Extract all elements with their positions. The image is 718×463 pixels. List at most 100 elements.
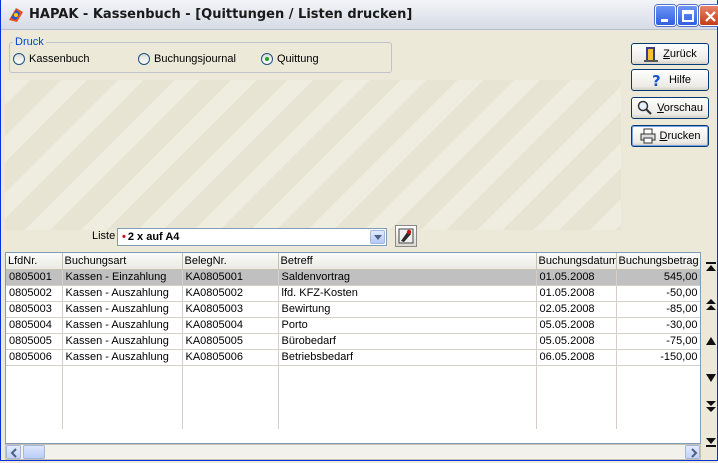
chevron-left-icon: [10, 448, 17, 458]
preview-button[interactable]: Vorschau: [631, 97, 709, 119]
table-cell: KA0805006: [182, 349, 279, 366]
table-cell: Porto: [278, 317, 537, 334]
empty-cell: [62, 397, 183, 413]
radio-indicator[interactable]: [13, 53, 25, 65]
table-cell: 0805003: [6, 301, 63, 318]
preview-label: Vorschau: [657, 102, 703, 114]
table-cell: Kassen - Auszahlung: [62, 301, 183, 318]
empty-row: [6, 413, 700, 429]
empty-cell: [182, 381, 279, 397]
column-header[interactable]: LfdNr.: [6, 253, 63, 270]
empty-cell: [616, 365, 700, 381]
door-exit-icon: [644, 47, 659, 62]
title-bar[interactable]: HAPAK - Kassenbuch - [Quittungen / Liste…: [1, 0, 718, 30]
empty-row: [6, 381, 700, 397]
table-cell: Kassen - Auszahlung: [62, 333, 183, 350]
table-row[interactable]: 0805005 Kassen - Auszahlung KA0805005 Bürob…: [6, 333, 700, 350]
empty-cell: [6, 381, 63, 397]
table-cell: 05.05.2008: [536, 317, 617, 334]
table-cell: lfd. KFZ-Kosten: [278, 285, 537, 302]
table-cell: KA0805005: [182, 333, 279, 350]
scroll-thumb[interactable]: [23, 445, 45, 459]
table-cell: KA0805003: [182, 301, 279, 318]
scroll-right-button[interactable]: [685, 445, 700, 459]
back-label: Zurück: [663, 48, 697, 60]
question-icon: ?: [652, 72, 661, 88]
radio-indicator[interactable]: [138, 53, 150, 65]
table-cell: KA0805001: [182, 269, 279, 286]
radio-label: Quittung: [277, 53, 319, 65]
empty-cell: [182, 397, 279, 413]
druck-legend: Druck: [13, 36, 46, 48]
close-button[interactable]: [699, 5, 718, 26]
back-button[interactable]: Zurück: [631, 43, 709, 65]
liste-select[interactable]: • 2 x auf A4: [117, 228, 387, 246]
table-cell: 01.05.2008: [536, 269, 617, 286]
empty-cell: [616, 397, 700, 413]
magnifier-icon: [637, 100, 652, 115]
column-header[interactable]: Buchungsbetrag: [616, 253, 700, 270]
data-grid[interactable]: LfdNr. Buchungsart BelegNr. Betreff Buchungs…: [5, 252, 701, 444]
table-row[interactable]: 0805002 Kassen - Auszahlung KA0805002 lfd. …: [6, 285, 700, 302]
table-cell: -50,00: [616, 285, 700, 302]
table-row[interactable]: 0805004 Kassen - Auszahlung KA0805004 Porto…: [6, 317, 700, 334]
help-label: Hilfe: [668, 74, 691, 86]
table-cell: Bürobedarf: [278, 333, 537, 350]
empty-cell: [536, 413, 617, 429]
next-page-icon[interactable]: [703, 399, 718, 415]
table-row[interactable]: 0805003 Kassen - Auszahlung KA0805003 Bewir…: [6, 301, 700, 318]
chevron-right-icon: [691, 448, 698, 458]
prev-page-icon[interactable]: [703, 296, 718, 312]
next-record-icon[interactable]: [703, 370, 718, 386]
empty-cell: [278, 397, 537, 413]
maximize-button[interactable]: [677, 5, 698, 26]
tool-button[interactable]: [395, 225, 417, 247]
column-header[interactable]: Buchungsart: [62, 253, 183, 270]
radio-kassenbuch[interactable]: Kassenbuch: [13, 52, 90, 66]
empty-row: [6, 365, 700, 381]
radio-buchungsjournal[interactable]: Buchungsjournal: [138, 52, 236, 66]
scroll-left-button[interactable]: [6, 445, 21, 459]
table-row[interactable]: 0805006 Kassen - Auszahlung KA0805006 Betri…: [6, 349, 700, 366]
table-cell: 545,00: [616, 269, 700, 286]
dropdown-arrow-icon[interactable]: [370, 230, 385, 244]
background-area: [5, 80, 621, 230]
table-cell: Kassen - Auszahlung: [62, 285, 183, 302]
empty-cell: [6, 413, 63, 429]
horizontal-scrollbar[interactable]: [5, 444, 701, 460]
table-cell: KA0805002: [182, 285, 279, 302]
table-cell: -30,00: [616, 317, 700, 334]
table-cell: 0805005: [6, 333, 63, 350]
table-cell: 0805004: [6, 317, 63, 334]
table-cell: -85,00: [616, 301, 700, 318]
radio-indicator[interactable]: [261, 53, 273, 65]
radio-label: Kassenbuch: [29, 53, 90, 65]
table-cell: 05.05.2008: [536, 333, 617, 350]
table-cell: 0805002: [6, 285, 63, 302]
prev-record-icon[interactable]: [703, 333, 718, 349]
maximize-icon: [682, 10, 694, 22]
radio-label: Buchungsjournal: [154, 53, 236, 65]
table-cell: Kassen - Auszahlung: [62, 317, 183, 334]
table-row[interactable]: 0805001 Kassen - Einzahlung KA0805001 Salde…: [6, 269, 700, 286]
table-cell: KA0805004: [182, 317, 279, 334]
last-record-icon[interactable]: [703, 434, 718, 450]
radio-quittung[interactable]: Quittung: [261, 52, 319, 66]
print-button[interactable]: Drucken: [631, 125, 709, 147]
column-header[interactable]: BelegNr.: [182, 253, 279, 270]
empty-cell: [616, 413, 700, 429]
table-cell: Betriebsbedarf: [278, 349, 537, 366]
column-header[interactable]: Buchungsdatum: [536, 253, 617, 270]
main-window: HAPAK - Kassenbuch - [Quittungen / Liste…: [0, 0, 718, 461]
printer-icon: [640, 128, 655, 144]
table-cell: 02.05.2008: [536, 301, 617, 318]
help-button[interactable]: ? Hilfe: [631, 69, 709, 91]
table-cell: Kassen - Auszahlung: [62, 349, 183, 366]
minimize-button[interactable]: [655, 5, 676, 26]
table-cell: -75,00: [616, 333, 700, 350]
empty-cell: [6, 365, 63, 381]
column-header[interactable]: Betreff: [278, 253, 537, 270]
table-cell: Kassen - Einzahlung: [62, 269, 183, 286]
close-icon: [705, 11, 716, 22]
first-record-icon[interactable]: [703, 259, 718, 275]
